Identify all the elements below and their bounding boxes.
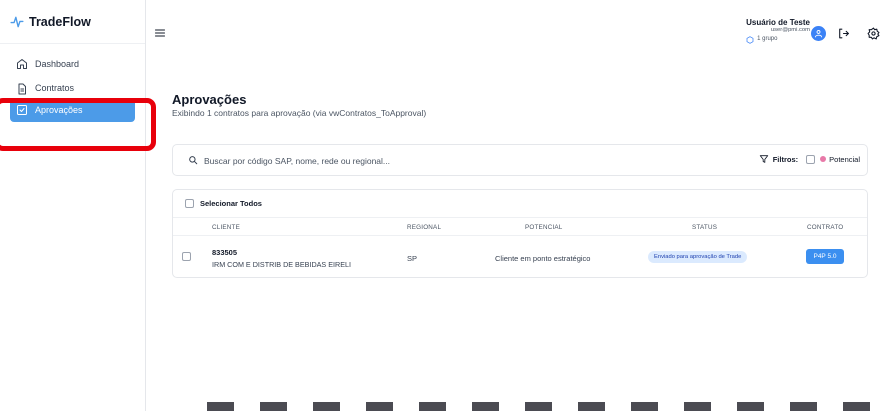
top-bar: Usuário de Teste user@pmi.com 1 grupo [147,0,889,62]
bottom-block [631,402,658,411]
sidebar-item-contratos[interactable]: Contratos [10,79,135,95]
column-header-status: STATUS [692,224,718,231]
page-subtitle: Exibindo 1 contratos para aprovação (via… [172,108,427,118]
home-icon [16,58,28,70]
status-badge: Enviado para aprovação de Trade [648,251,748,263]
potential-cell: Cliente em ponto estratégico [495,254,591,263]
column-header-cliente: CLIENTE [212,224,240,231]
filter-icon [759,155,768,163]
bottom-block [472,402,499,411]
potencial-filter-checkbox[interactable] [806,154,816,164]
bottom-block [737,402,764,411]
document-icon [16,83,28,95]
select-all-label: Selecionar Todos [200,199,262,208]
contract-button[interactable]: P4P 5.0 [806,249,844,264]
highlight-box [0,98,156,151]
user-group: 1 grupo [746,36,810,44]
sidebar: TradeFlow Dashboard Contratos Aprovações [0,0,146,411]
search-icon [189,156,198,165]
column-header-potencial: POTENCIAL [525,224,563,231]
bottom-block [525,402,552,411]
pulse-icon [10,16,24,27]
potencial-color-dot [820,156,827,162]
column-header-contrato: CONTRATO [807,224,844,231]
menu-icon[interactable] [154,26,166,38]
brand-name: TradeFlow [29,14,91,29]
client-name: IRM COM E DISTRIB DE BEBIDAS EIRELI [212,260,351,269]
regional-cell: SP [407,254,418,263]
search-input[interactable] [204,153,684,168]
logout-icon[interactable] [837,27,850,40]
sidebar-item-label: Contratos [35,83,75,93]
select-all[interactable]: Selecionar Todos [185,199,262,208]
hexagon-icon [746,36,754,44]
bottom-strip [200,402,889,411]
page-title: Aprovações [172,92,247,107]
gear-icon[interactable] [867,27,880,40]
user-icon [815,30,822,38]
user-info: Usuário de Teste user@pmi.com 1 grupo [746,18,810,44]
bottom-block [843,402,870,411]
bottom-block [313,402,340,411]
search-bar: Filtros: Potencial [172,144,868,176]
brand[interactable]: TradeFlow [0,0,145,44]
filters: Filtros: Potencial [759,154,860,164]
group-count: 1 grupo [757,36,778,43]
bottom-block [419,402,446,411]
row-checkbox[interactable] [182,252,191,261]
bottom-block [366,402,393,411]
bottom-block [578,402,605,411]
column-header-regional: REGIONAL [407,224,442,231]
table-header: CLIENTE REGIONAL POTENCIAL STATUS CONTRA… [173,217,867,236]
sidebar-item-dashboard[interactable]: Dashboard [10,52,135,76]
user-email: user@pmi.com [770,27,810,34]
sidebar-item-label: Dashboard [35,59,80,69]
filters-label: Filtros: [772,154,799,164]
potencial-filter-label: Potencial [829,154,860,164]
approvals-table: Selecionar Todos CLIENTE REGIONAL POTENC… [172,189,868,278]
main-content: Aprovações Exibindo 1 contratos para apr… [172,92,868,278]
table-row[interactable]: 833505 IRM COM E DISTRIB DE BEBIDAS EIRE… [173,236,867,278]
bottom-block [790,402,817,411]
user-name: Usuário de Teste [746,18,810,27]
user-avatar[interactable] [811,26,826,41]
bottom-block [207,402,234,411]
bottom-block [260,402,287,411]
select-all-checkbox[interactable] [185,199,194,208]
client-code: 833505 [212,248,238,257]
bottom-block [684,402,711,411]
